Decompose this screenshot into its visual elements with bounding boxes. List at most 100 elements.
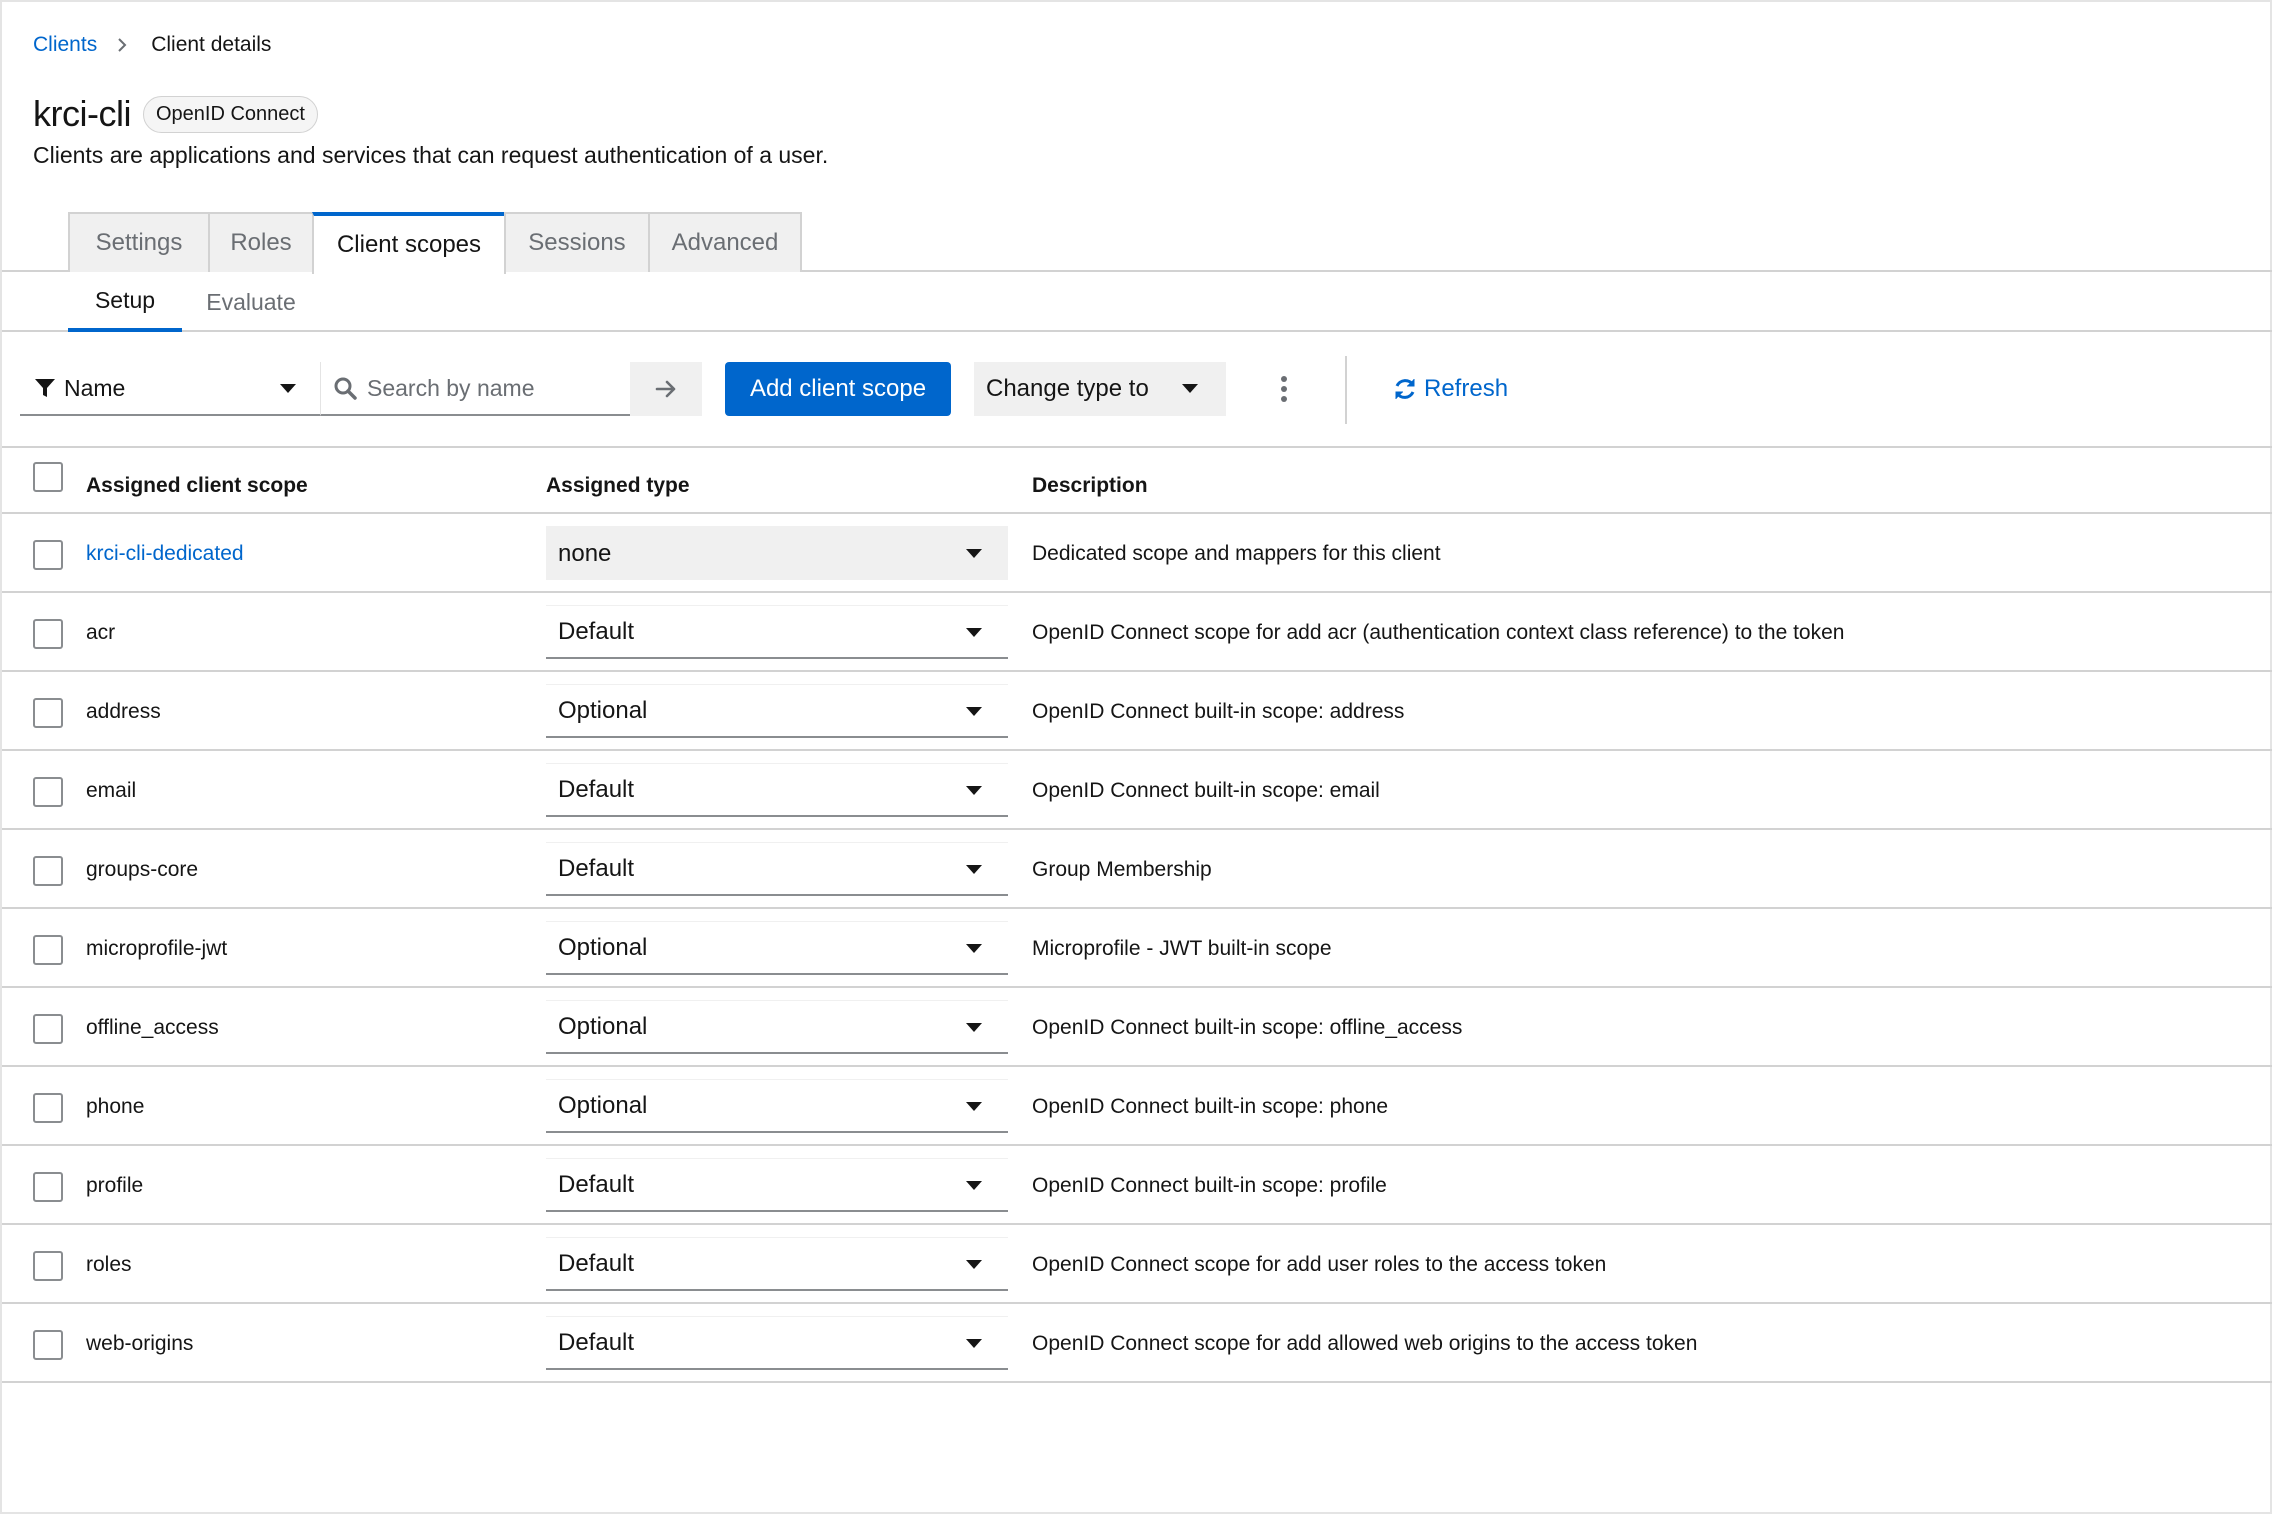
caret-down-icon [966, 549, 982, 558]
assigned-type-select[interactable]: Optional [546, 1079, 1008, 1133]
tab-sessions[interactable]: Sessions [504, 212, 650, 272]
assigned-type-select[interactable]: Default [546, 1237, 1008, 1291]
tab-client-scopes[interactable]: Client scopes [312, 212, 506, 274]
chevron-right-icon [115, 38, 129, 52]
arrow-right-icon [655, 380, 676, 398]
assigned-type-value: Optional [558, 933, 648, 961]
page-title: krci-cli [33, 93, 131, 134]
change-type-dropdown[interactable]: Change type to [974, 362, 1226, 416]
row-checkbox[interactable] [33, 1172, 63, 1202]
assigned-type-select[interactable]: Default [546, 1316, 1008, 1370]
assigned-type-select[interactable]: Optional [546, 684, 1008, 738]
column-header-type: Assigned type [546, 474, 690, 497]
filter-icon [35, 379, 55, 397]
filter-attribute-label: Name [64, 374, 126, 401]
row-checkbox[interactable] [33, 1251, 63, 1281]
toolbar-divider [1345, 356, 1347, 424]
table-header: Assigned client scope Assigned type Desc… [2, 448, 2272, 514]
scope-description: OpenID Connect scope for add acr (authen… [1032, 621, 1845, 644]
table-row: microprofile-jwt Optional Microprofile -… [2, 909, 2272, 988]
table-row: krci-cli-dedicated none Dedicated scope … [2, 514, 2272, 593]
assigned-type-select[interactable]: Default [546, 763, 1008, 817]
scope-description: Dedicated scope and mappers for this cli… [1032, 542, 1441, 565]
scope-description: OpenID Connect scope for add allowed web… [1032, 1332, 1698, 1355]
scope-description: OpenID Connect built-in scope: phone [1032, 1095, 1389, 1118]
scope-description: OpenID Connect scope for add user roles … [1032, 1253, 1607, 1276]
assigned-type-value: Optional [558, 1091, 648, 1119]
caret-down-icon [966, 1181, 982, 1190]
column-header-description: Description [1032, 474, 1148, 497]
page-subtitle: Clients are applications and services th… [33, 142, 829, 168]
assigned-type-value: Default [558, 617, 635, 645]
filter-attribute-select[interactable]: Name [20, 362, 320, 416]
assigned-type-select[interactable]: Default [546, 842, 1008, 896]
breadcrumb: Clients Client details [33, 30, 271, 60]
caret-down-icon [966, 944, 982, 953]
row-checkbox[interactable] [33, 619, 63, 649]
table-row: email Default OpenID Connect built-in sc… [2, 751, 2272, 830]
assigned-type-value: Default [558, 1249, 635, 1277]
kebab-menu-icon[interactable] [1272, 362, 1296, 416]
assigned-type-value: Optional [558, 1012, 648, 1040]
tab-setup[interactable]: Setup [68, 272, 182, 332]
tab-evaluate[interactable]: Evaluate [192, 272, 310, 332]
caret-down-icon [966, 786, 982, 795]
table-row: offline_access Optional OpenID Connect b… [2, 988, 2272, 1067]
column-header-scope: Assigned client scope [86, 474, 308, 497]
scope-name: address [86, 700, 161, 723]
assigned-type-value: Default [558, 775, 635, 803]
refresh-button[interactable]: Refresh [1392, 362, 1508, 416]
page-header: krci-cli OpenID Connect [33, 90, 318, 138]
table-row: phone Optional OpenID Connect built-in s… [2, 1067, 2272, 1146]
caret-down-icon [966, 1023, 982, 1032]
primary-tabs: Settings Roles Client scopes Sessions Ad… [2, 212, 2272, 274]
scope-name-link[interactable]: krci-cli-dedicated [86, 542, 244, 566]
breadcrumb-clients-link[interactable]: Clients [33, 33, 97, 57]
row-checkbox[interactable] [33, 856, 63, 886]
scope-description: Microprofile - JWT built-in scope [1032, 937, 1332, 960]
scope-name: acr [86, 621, 116, 644]
assigned-type-value: Default [558, 854, 635, 882]
breadcrumb-current: Client details [151, 33, 272, 56]
scope-name: offline_access [86, 1016, 219, 1039]
row-checkbox[interactable] [33, 698, 63, 728]
row-checkbox[interactable] [33, 777, 63, 807]
assigned-type-select[interactable]: Default [546, 605, 1008, 659]
search-submit-button[interactable] [630, 362, 702, 416]
search-input[interactable] [367, 374, 617, 402]
assigned-type-select[interactable]: Optional [546, 921, 1008, 975]
assigned-type-value: Default [558, 1328, 635, 1356]
secondary-tabs: Setup Evaluate [2, 272, 2272, 332]
row-checkbox[interactable] [33, 540, 63, 570]
tab-advanced[interactable]: Advanced [648, 212, 802, 272]
refresh-icon [1395, 379, 1415, 399]
tab-roles[interactable]: Roles [208, 212, 314, 272]
assigned-type-select[interactable]: Optional [546, 1000, 1008, 1054]
refresh-label: Refresh [1424, 375, 1509, 402]
caret-down-icon [966, 707, 982, 716]
row-checkbox[interactable] [33, 1014, 63, 1044]
scope-description: OpenID Connect built-in scope: address [1032, 700, 1405, 723]
toolbar: Name Add client scope Change type to Ref… [2, 332, 2272, 448]
protocol-badge: OpenID Connect [142, 95, 318, 133]
row-checkbox[interactable] [33, 1093, 63, 1123]
row-checkbox[interactable] [33, 1330, 63, 1360]
row-checkbox[interactable] [33, 935, 63, 965]
table-row: acr Default OpenID Connect scope for add… [2, 593, 2272, 672]
table-row: roles Default OpenID Connect scope for a… [2, 1225, 2272, 1304]
scope-name: roles [86, 1253, 132, 1276]
caret-down-icon [966, 865, 982, 874]
tab-settings[interactable]: Settings [68, 212, 210, 272]
select-all-checkbox[interactable] [33, 462, 63, 492]
caret-down-icon [966, 1339, 982, 1348]
caret-down-icon [1182, 384, 1198, 393]
table-row: profile Default OpenID Connect built-in … [2, 1146, 2272, 1225]
assigned-type-value: Optional [558, 696, 648, 724]
scope-description: OpenID Connect built-in scope: offline_a… [1032, 1016, 1463, 1039]
assigned-type-select[interactable]: Default [546, 1158, 1008, 1212]
scope-name: email [86, 779, 137, 802]
add-client-scope-button[interactable]: Add client scope [725, 362, 951, 416]
assigned-type-value: Default [558, 1170, 635, 1198]
scope-name: phone [86, 1095, 145, 1118]
search-icon [334, 377, 357, 400]
